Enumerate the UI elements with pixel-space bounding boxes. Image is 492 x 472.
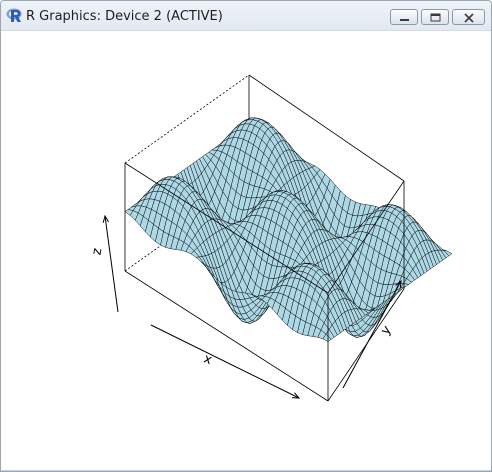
x-axis-arrow <box>150 324 301 399</box>
minimize-button[interactable] <box>390 9 418 25</box>
close-icon <box>464 13 474 23</box>
x-axis-label: x <box>201 351 214 368</box>
plot-canvas: x y z <box>1 31 491 471</box>
title-bar[interactable]: R Graphics: Device 2 (ACTIVE) <box>1 1 491 31</box>
maximize-icon <box>430 13 441 22</box>
minimize-icon <box>400 19 409 21</box>
surface-mesh <box>124 117 453 342</box>
window-bottom-border <box>1 470 491 471</box>
z-axis-label: z <box>89 247 105 256</box>
r-logo-icon <box>6 7 22 23</box>
window-title: R Graphics: Device 2 (ACTIVE) <box>26 9 223 24</box>
r-graphics-window: R Graphics: Device 2 (ACTIVE) x y z <box>0 0 492 472</box>
perspective-plot: x y z <box>89 74 453 402</box>
y-axis-label: y <box>378 323 395 338</box>
z-axis-arrow <box>102 214 119 313</box>
maximize-button[interactable] <box>421 9 449 25</box>
close-button[interactable] <box>452 9 485 25</box>
